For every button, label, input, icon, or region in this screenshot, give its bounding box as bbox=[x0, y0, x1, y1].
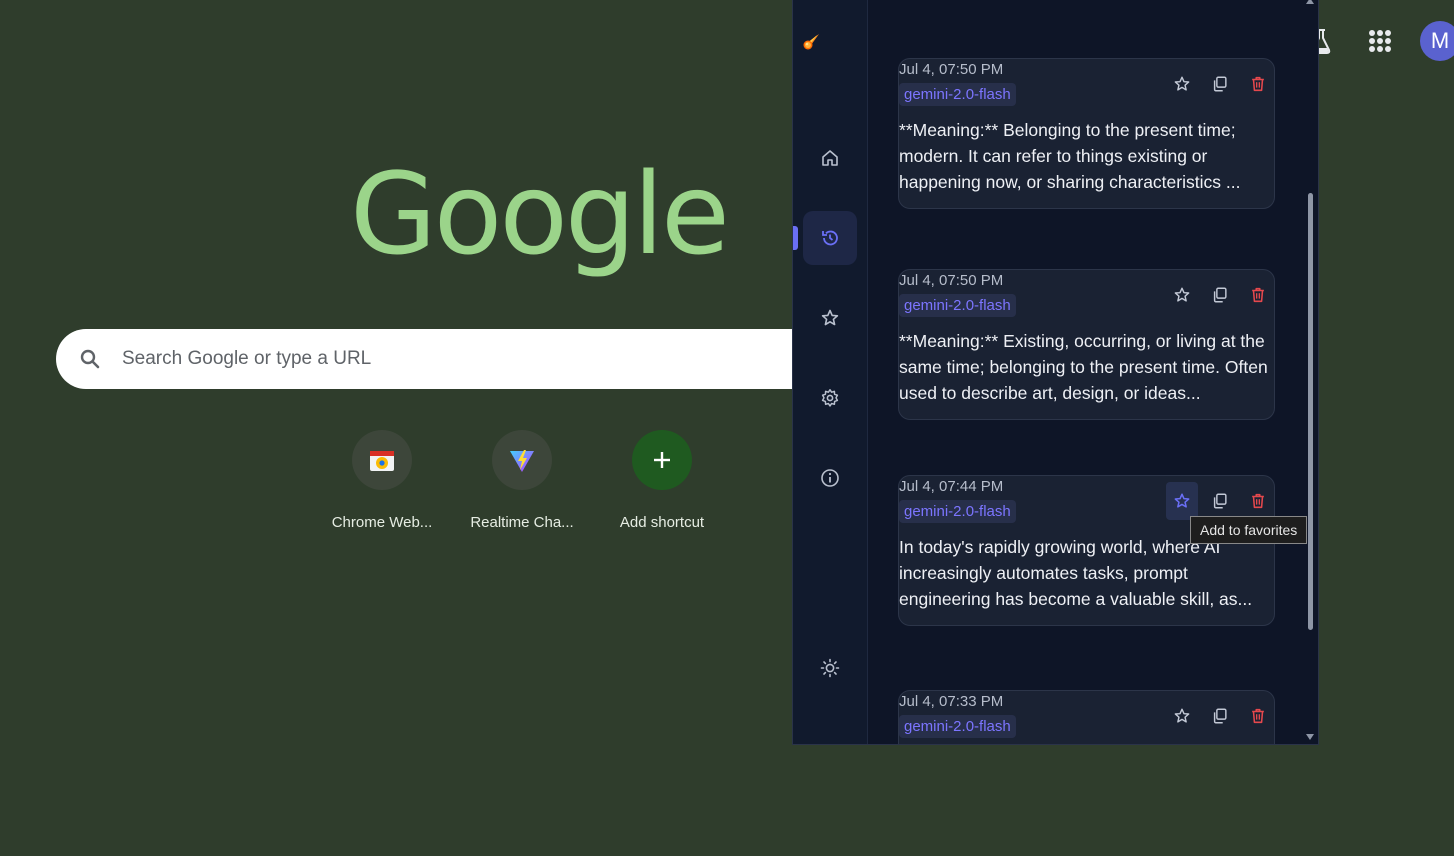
sidebar-item-settings[interactable] bbox=[803, 371, 857, 425]
star-icon bbox=[821, 309, 839, 326]
history-card[interactable]: Jul 4, 07:50 PM gemini-2.0-flash **Meani… bbox=[898, 269, 1275, 420]
history-card[interactable]: Jul 4, 07:33 PM gemini-2.0-flash bbox=[898, 690, 1275, 744]
shortcut-label: Chrome Web... bbox=[331, 514, 433, 531]
vite-icon bbox=[510, 450, 534, 472]
sun-icon bbox=[820, 658, 840, 678]
history-text: **Meaning:** Belonging to the present ti… bbox=[899, 120, 1241, 192]
trash-icon bbox=[1252, 76, 1264, 92]
history-card[interactable]: Jul 4, 07:50 PM gemini-2.0-flash **Meani… bbox=[898, 58, 1275, 209]
scroll-down-arrow-icon[interactable] bbox=[1306, 734, 1314, 740]
favorite-button[interactable] bbox=[1166, 697, 1198, 735]
sidebar-item-history[interactable] bbox=[803, 211, 857, 265]
favorite-button[interactable] bbox=[1166, 276, 1198, 314]
copy-button[interactable] bbox=[1204, 482, 1236, 520]
star-icon bbox=[1174, 76, 1190, 91]
favorite-button[interactable] bbox=[1166, 482, 1198, 520]
trash-icon bbox=[1252, 708, 1264, 724]
sidebar bbox=[793, 0, 868, 744]
shortcut-label: Add shortcut bbox=[619, 514, 705, 531]
sidebar-item-home[interactable] bbox=[803, 131, 857, 185]
tooltip: Add to favorites bbox=[1190, 516, 1308, 544]
theme-toggle[interactable] bbox=[803, 641, 857, 695]
sidebar-item-info[interactable] bbox=[803, 451, 857, 505]
scroll-up-arrow-icon[interactable] bbox=[1306, 0, 1314, 4]
timestamp: Jul 4, 07:33 PM bbox=[899, 693, 1004, 710]
copy-icon bbox=[1213, 708, 1227, 724]
google-apps-icon[interactable] bbox=[1365, 26, 1395, 56]
copy-icon bbox=[1213, 493, 1227, 509]
trash-icon bbox=[1252, 493, 1264, 509]
model-badge: gemini-2.0-flash bbox=[899, 715, 1016, 738]
search-icon bbox=[80, 349, 100, 369]
delete-button[interactable] bbox=[1242, 697, 1274, 735]
search-input[interactable] bbox=[122, 348, 722, 370]
plus-icon bbox=[654, 452, 670, 468]
timestamp: Jul 4, 07:44 PM bbox=[899, 478, 1004, 495]
favorite-button[interactable] bbox=[1166, 65, 1198, 103]
sidebar-item-favorites[interactable] bbox=[803, 291, 857, 345]
delete-button[interactable] bbox=[1242, 482, 1274, 520]
timestamp: Jul 4, 07:50 PM bbox=[899, 61, 1004, 78]
active-indicator bbox=[793, 226, 798, 250]
copy-button[interactable] bbox=[1204, 276, 1236, 314]
history-text: **Meaning:** Existing, occurring, or liv… bbox=[899, 331, 1268, 403]
model-badge: gemini-2.0-flash bbox=[899, 500, 1016, 523]
info-icon bbox=[821, 469, 839, 487]
shortcut-chrome-web-store[interactable]: Chrome Web... bbox=[312, 430, 452, 531]
copy-icon bbox=[1213, 287, 1227, 303]
delete-button[interactable] bbox=[1242, 65, 1274, 103]
settings-icon bbox=[821, 389, 839, 407]
star-icon bbox=[1174, 493, 1190, 508]
history-icon bbox=[822, 230, 838, 246]
shortcut-label: Realtime Cha... bbox=[470, 514, 574, 531]
history-list: Jul 4, 07:50 PM gemini-2.0-flash **Meani… bbox=[898, 0, 1278, 744]
history-card[interactable]: Jul 4, 07:44 PM gemini-2.0-flash In toda… bbox=[898, 475, 1275, 626]
logo: Google bbox=[350, 150, 730, 280]
delete-button[interactable] bbox=[1242, 276, 1274, 314]
trash-icon bbox=[1252, 287, 1264, 303]
add-shortcut-button[interactable]: Add shortcut bbox=[592, 430, 732, 531]
scrollbar-thumb[interactable] bbox=[1308, 193, 1313, 630]
comet-logo-icon bbox=[803, 34, 819, 50]
star-icon bbox=[1174, 708, 1190, 723]
history-text: In today's rapidly growing world, where … bbox=[899, 537, 1253, 609]
scrollbar[interactable] bbox=[1305, 0, 1316, 745]
chrome-web-store-icon bbox=[370, 451, 394, 471]
star-icon bbox=[1174, 287, 1190, 302]
copy-button[interactable] bbox=[1204, 697, 1236, 735]
search-box[interactable] bbox=[56, 329, 796, 389]
model-badge: gemini-2.0-flash bbox=[899, 83, 1016, 106]
timestamp: Jul 4, 07:50 PM bbox=[899, 272, 1004, 289]
shortcut-realtime-chat[interactable]: Realtime Cha... bbox=[452, 430, 592, 531]
model-badge: gemini-2.0-flash bbox=[899, 294, 1016, 317]
avatar[interactable]: M bbox=[1420, 21, 1454, 61]
copy-icon bbox=[1213, 76, 1227, 92]
copy-button[interactable] bbox=[1204, 65, 1236, 103]
extension-panel: Jul 4, 07:50 PM gemini-2.0-flash **Meani… bbox=[792, 0, 1319, 745]
home-icon bbox=[822, 150, 838, 166]
